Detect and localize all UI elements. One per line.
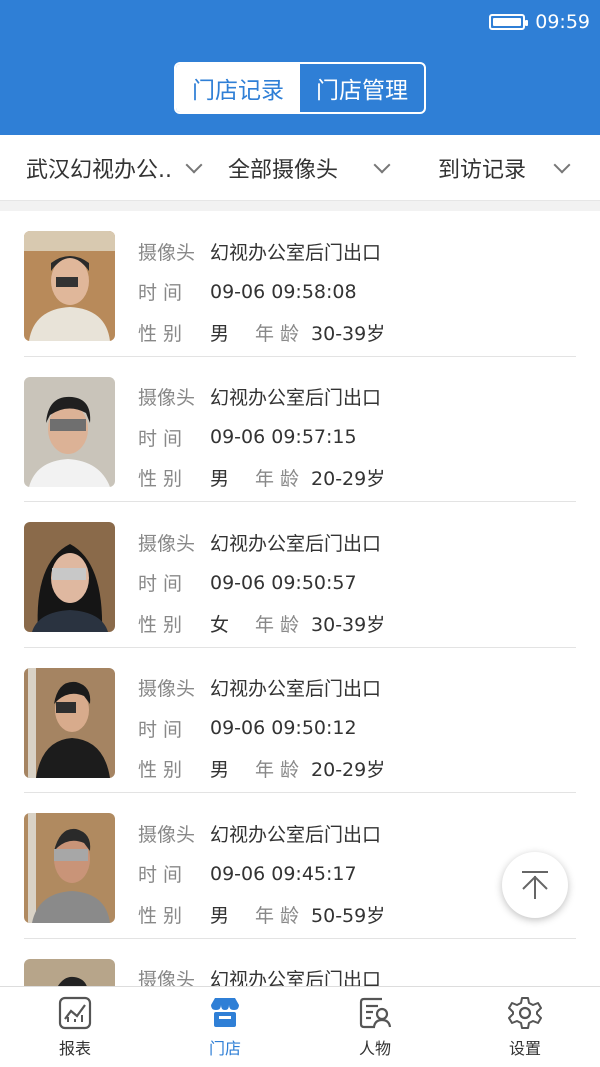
- tab-store-records[interactable]: 门店记录: [176, 64, 300, 112]
- record-info: 摄像头 幻视办公室后门出口 时 间 09-06 09:57:15 性 别 男 年 龄 20…: [138, 377, 385, 499]
- gender-label: 性 别: [138, 759, 183, 782]
- age-value: 20-29岁: [311, 759, 386, 782]
- store-icon: [211, 998, 239, 1027]
- record-row[interactable]: 摄像头 幻视办公室后门出口 时 间 09-06 09:57:15 性 别 男 年 龄 20…: [24, 357, 576, 502]
- face-photo: [24, 522, 115, 632]
- gender-value: 女: [210, 613, 230, 636]
- tab-store-label: 门店: [208, 1039, 241, 1058]
- record-row[interactable]: 摄像头 幻视办公室后门出口: [24, 939, 576, 986]
- age-label: 年 龄: [255, 904, 300, 927]
- age-label: 年 龄: [255, 759, 300, 782]
- camera-label: 摄像头: [138, 532, 196, 555]
- gender-value: 男: [210, 322, 230, 345]
- gender-value: 男: [210, 759, 230, 782]
- time-value: 09-06 09:57:15: [210, 426, 357, 449]
- store-filter-label: 武汉幻视办公..: [26, 158, 172, 183]
- time-label: 时 间: [138, 864, 183, 887]
- gender-label: 性 别: [138, 613, 183, 636]
- chevron-down-icon: [553, 156, 571, 174]
- record-row[interactable]: 摄像头 幻视办公室后门出口 时 间 09-06 09:58:08 性 别 男 年 龄 30…: [24, 211, 576, 357]
- bottom-tab-bar: 报表 门店 人物 设置: [0, 986, 600, 1067]
- age-value: 20-29岁: [311, 468, 386, 491]
- time-label: 时 间: [138, 573, 183, 596]
- record-info: 摄像头 幻视办公室后门出口 时 间 09-06 09:45:17 性 别 男 年 龄 50…: [138, 813, 385, 935]
- camera-value: 幻视办公室后门出口: [210, 532, 382, 555]
- segmented-control: 门店记录 门店管理: [174, 62, 426, 114]
- tab-settings[interactable]: 设置: [450, 987, 600, 1067]
- face-photo: [24, 376, 115, 487]
- back-to-top-button[interactable]: [502, 852, 568, 918]
- status-time: 09:59: [535, 11, 590, 33]
- gender-label: 性 别: [138, 468, 183, 491]
- time-value: 09-06 09:58:08: [210, 280, 357, 303]
- age-value: 30-39岁: [311, 613, 386, 636]
- camera-label: 摄像头: [138, 969, 196, 986]
- time-label: 时 间: [138, 282, 183, 305]
- age-value: 30-39岁: [311, 322, 386, 345]
- face-photo: [24, 231, 115, 341]
- tab-person[interactable]: 人物: [300, 987, 450, 1067]
- camera-value: 幻视办公室后门出口: [210, 969, 382, 986]
- tab-person-label: 人物: [358, 1039, 391, 1058]
- store-filter-dropdown[interactable]: 武汉幻视办公..: [26, 135, 203, 201]
- filter-bar: 武汉幻视办公.. 全部摄像头 到访记录: [0, 135, 600, 201]
- tab-settings-label: 设置: [508, 1039, 541, 1058]
- battery-full-icon: [489, 14, 529, 30]
- record-type-dropdown[interactable]: 到访记录: [438, 135, 571, 201]
- camera-label: 摄像头: [138, 387, 196, 410]
- chevron-down-icon: [373, 156, 391, 174]
- camera-filter-dropdown[interactable]: 全部摄像头: [228, 135, 391, 201]
- camera-value: 幻视办公室后门出口: [210, 678, 382, 701]
- tab-store[interactable]: 门店: [150, 987, 300, 1067]
- record-row[interactable]: 摄像头 幻视办公室后门出口 时 间 09-06 09:45:17 性 别 男 年 龄 50…: [24, 793, 576, 939]
- gender-value: 男: [210, 468, 230, 491]
- camera-label: 摄像头: [138, 678, 196, 701]
- face-photo: [24, 667, 115, 778]
- record-type-label: 到访记录: [438, 158, 527, 183]
- time-value: 09-06 09:45:17: [210, 862, 357, 885]
- camera-label: 摄像头: [138, 241, 196, 264]
- time-value: 09-06 09:50:12: [210, 717, 357, 740]
- arrow-up-to-top-icon: [522, 871, 548, 899]
- age-value: 50-59岁: [311, 904, 386, 927]
- person-card-icon: [359, 997, 392, 1029]
- time-value: 09-06 09:50:57: [210, 571, 357, 594]
- chart-icon: [58, 996, 92, 1030]
- camera-filter-label: 全部摄像头: [228, 158, 339, 183]
- status-bar: 09:59: [489, 8, 590, 36]
- face-photo: [24, 813, 115, 923]
- tab-store-management[interactable]: 门店管理: [300, 64, 424, 112]
- face-photo: [24, 958, 115, 986]
- age-label: 年 龄: [255, 613, 300, 636]
- camera-value: 幻视办公室后门出口: [210, 241, 382, 264]
- camera-value: 幻视办公室后门出口: [210, 387, 382, 410]
- record-row[interactable]: 摄像头 幻视办公室后门出口 时 间 09-06 09:50:57 性 别 女 年 龄 30…: [24, 502, 576, 648]
- camera-value: 幻视办公室后门出口: [210, 823, 382, 846]
- record-info: 摄像头 幻视办公室后门出口 时 间 09-06 09:50:57 性 别 女 年 龄 30…: [138, 522, 385, 644]
- record-info: 摄像头 幻视办公室后门出口 时 间 09-06 09:50:12 性 别 男 年 龄 20…: [138, 668, 385, 790]
- gender-label: 性 别: [138, 322, 183, 345]
- record-info: 摄像头 幻视办公室后门出口 时 间 09-06 09:58:08 性 别 男 年 龄 30…: [138, 231, 385, 353]
- gear-icon: [508, 997, 542, 1029]
- chevron-down-icon: [185, 156, 203, 174]
- record-info: 摄像头 幻视办公室后门出口: [138, 959, 382, 986]
- camera-label: 摄像头: [138, 823, 196, 846]
- gender-value: 男: [210, 904, 230, 927]
- tab-report[interactable]: 报表: [0, 987, 150, 1067]
- gender-label: 性 别: [138, 904, 183, 927]
- time-label: 时 间: [138, 718, 183, 741]
- record-row[interactable]: 摄像头 幻视办公室后门出口 时 间 09-06 09:50:12 性 别 男 年 龄 20…: [24, 648, 576, 793]
- time-label: 时 间: [138, 427, 183, 450]
- app-header: 09:59 门店记录 门店管理: [0, 0, 600, 135]
- age-label: 年 龄: [255, 468, 300, 491]
- tab-report-label: 报表: [58, 1039, 91, 1058]
- age-label: 年 龄: [255, 322, 300, 345]
